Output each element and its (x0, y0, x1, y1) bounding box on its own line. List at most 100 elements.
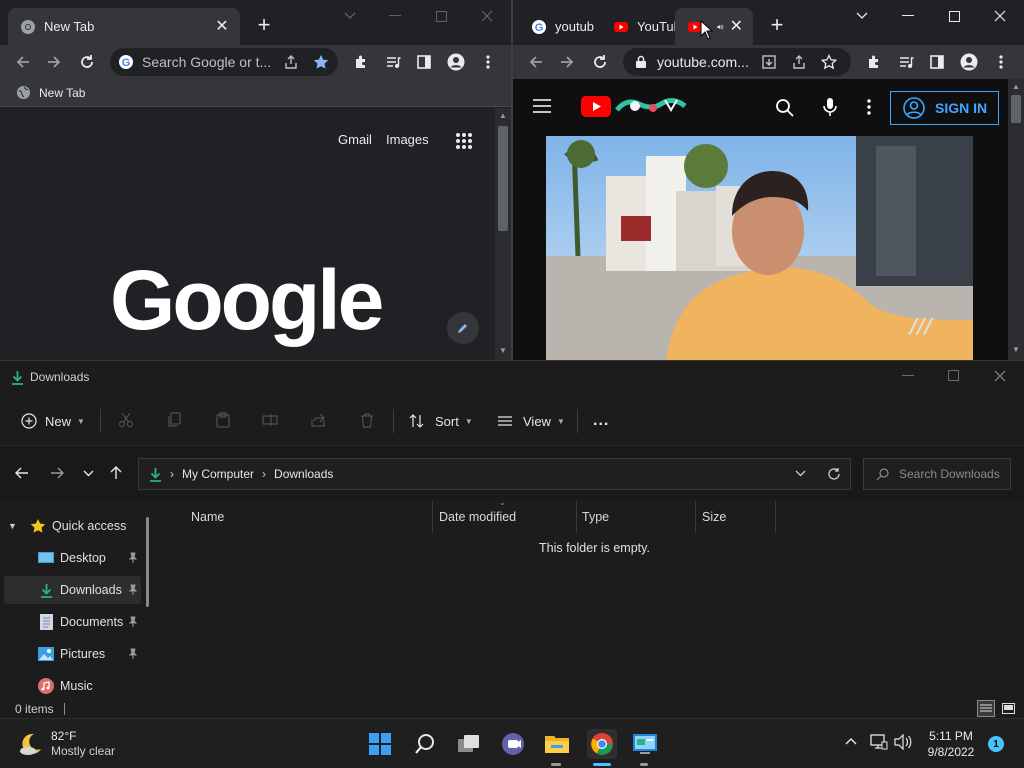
notification-badge[interactable]: 1 (988, 736, 1004, 752)
reload-icon[interactable] (77, 52, 97, 72)
scroll-down-arrow-icon[interactable]: ▼ (1012, 345, 1020, 354)
column-header-name[interactable]: Name (183, 501, 433, 533)
cut-icon[interactable] (118, 412, 134, 428)
address-bar[interactable]: › My Computer › Downloads (138, 458, 851, 490)
profile-avatar-icon[interactable] (446, 52, 466, 72)
maximize-button[interactable] (426, 6, 456, 26)
search-taskbar-button[interactable] (411, 730, 439, 758)
omnibox[interactable]: G Search Google or t... (110, 48, 338, 76)
omnibox[interactable]: youtube.com... (623, 48, 851, 76)
forward-arrow-icon[interactable] (44, 52, 64, 72)
side-panel-icon[interactable] (414, 52, 434, 72)
show-hidden-icons-chevron-icon[interactable] (845, 737, 857, 745)
media-control-icon[interactable] (896, 52, 916, 72)
close-window-button[interactable] (985, 6, 1015, 26)
bookmark-star-icon[interactable] (820, 54, 837, 70)
sidebar-item-documents[interactable]: Documents (4, 608, 141, 636)
sidebar-item-quick-access[interactable]: ▼ Quick access (4, 512, 141, 540)
forward-arrow-icon[interactable] (557, 52, 577, 72)
bookmark-new-tab[interactable]: New Tab (16, 85, 85, 100)
extensions-puzzle-icon[interactable] (864, 52, 884, 72)
clock[interactable]: 5:11 PM 9/8/2022 (926, 728, 976, 760)
side-panel-icon[interactable] (927, 52, 947, 72)
volume-icon[interactable] (894, 734, 912, 750)
minimize-button[interactable] (902, 375, 914, 376)
paste-icon[interactable] (215, 412, 231, 428)
sidebar-scrollbar-thumb[interactable] (146, 517, 149, 607)
minimize-button[interactable] (893, 6, 923, 26)
ntp-scrollbar[interactable]: ▲ ▼ (495, 108, 511, 360)
more-menu-icon[interactable] (478, 52, 498, 72)
extensions-puzzle-icon[interactable] (351, 52, 371, 72)
customize-pencil-icon[interactable] (447, 312, 479, 344)
delete-icon[interactable] (359, 412, 375, 428)
share-icon[interactable] (791, 54, 807, 70)
search-box[interactable]: Search Downloads (863, 458, 1011, 490)
share-icon[interactable] (283, 54, 299, 70)
maximize-button[interactable] (939, 6, 969, 26)
pin-icon[interactable] (127, 648, 139, 660)
lock-icon[interactable] (635, 55, 647, 69)
forward-arrow-icon[interactable] (48, 464, 66, 482)
column-header-type[interactable]: Type (574, 501, 696, 533)
back-arrow-icon[interactable] (13, 464, 31, 482)
sidebar-item-pictures[interactable]: Pictures (4, 640, 141, 668)
search-icon[interactable] (775, 98, 795, 118)
rename-icon[interactable] (262, 412, 278, 428)
youtube-logo-icon[interactable] (581, 96, 611, 117)
close-window-button[interactable] (994, 370, 1006, 382)
tiles-view-button[interactable] (999, 700, 1017, 717)
weather-widget[interactable]: 82°F Mostly clear (18, 729, 115, 759)
sort-button[interactable]: Sort ▼ (409, 405, 473, 437)
install-app-icon[interactable] (761, 54, 777, 70)
media-control-icon[interactable] (383, 52, 403, 72)
up-arrow-icon[interactable] (107, 464, 125, 482)
breadcrumb-chevron-icon[interactable]: › (170, 467, 174, 481)
control-panel-taskbar-button[interactable] (631, 730, 659, 758)
bookmark-star-icon[interactable] (313, 54, 329, 70)
more-options-button[interactable]: ... (593, 405, 609, 437)
scroll-up-arrow-icon[interactable]: ▲ (499, 111, 507, 120)
profile-avatar-icon[interactable] (959, 52, 979, 72)
sidebar-item-downloads[interactable]: Downloads (4, 576, 141, 604)
chrome-taskbar-button[interactable] (587, 729, 617, 759)
more-menu-icon[interactable] (991, 52, 1011, 72)
tab-new-tab[interactable]: New Tab ✕ (8, 8, 240, 45)
pin-icon[interactable] (127, 584, 139, 596)
tab-youtube[interactable]: YouTul (601, 8, 679, 45)
share-icon[interactable] (310, 412, 326, 428)
sidebar-item-desktop[interactable]: Desktop (4, 544, 141, 572)
recent-locations-chevron-icon[interactable] (79, 464, 97, 482)
column-header-size[interactable]: Size (694, 501, 776, 533)
hamburger-menu-icon[interactable] (533, 99, 551, 113)
scroll-thumb[interactable] (498, 126, 508, 231)
sign-in-button[interactable]: SIGN IN (890, 91, 999, 125)
address-history-chevron-icon[interactable] (795, 470, 806, 477)
more-options-icon[interactable] (867, 99, 871, 115)
tab-search-icon[interactable] (335, 6, 365, 26)
breadcrumb-downloads[interactable]: Downloads (274, 467, 333, 481)
close-window-button[interactable] (472, 6, 502, 26)
images-link[interactable]: Images (386, 132, 429, 147)
microphone-icon[interactable] (823, 97, 837, 117)
network-icon[interactable] (870, 734, 888, 750)
tab-search-icon[interactable] (847, 6, 877, 26)
new-button[interactable]: New ▼ (21, 405, 85, 437)
scroll-up-arrow-icon[interactable]: ▲ (1012, 82, 1020, 91)
refresh-icon[interactable] (827, 467, 841, 481)
pin-icon[interactable] (127, 552, 139, 564)
start-button[interactable] (366, 730, 394, 758)
minimize-button[interactable] (380, 6, 410, 26)
new-tab-button[interactable]: + (765, 14, 789, 38)
close-tab-icon[interactable]: ✕ (214, 18, 230, 35)
scroll-down-arrow-icon[interactable]: ▼ (499, 346, 507, 355)
breadcrumb-chevron-icon[interactable]: › (262, 467, 266, 481)
youtube-scrollbar[interactable]: ▲ ▼ (1008, 79, 1024, 360)
back-arrow-icon[interactable] (526, 52, 546, 72)
gmail-link[interactable]: Gmail (338, 132, 372, 147)
expand-chevron-icon[interactable]: ▼ (8, 521, 22, 531)
breadcrumb-my-computer[interactable]: My Computer (182, 467, 254, 481)
details-view-button[interactable] (977, 700, 995, 717)
copy-icon[interactable] (167, 412, 183, 428)
sidebar-item-music[interactable]: Music (4, 672, 141, 700)
